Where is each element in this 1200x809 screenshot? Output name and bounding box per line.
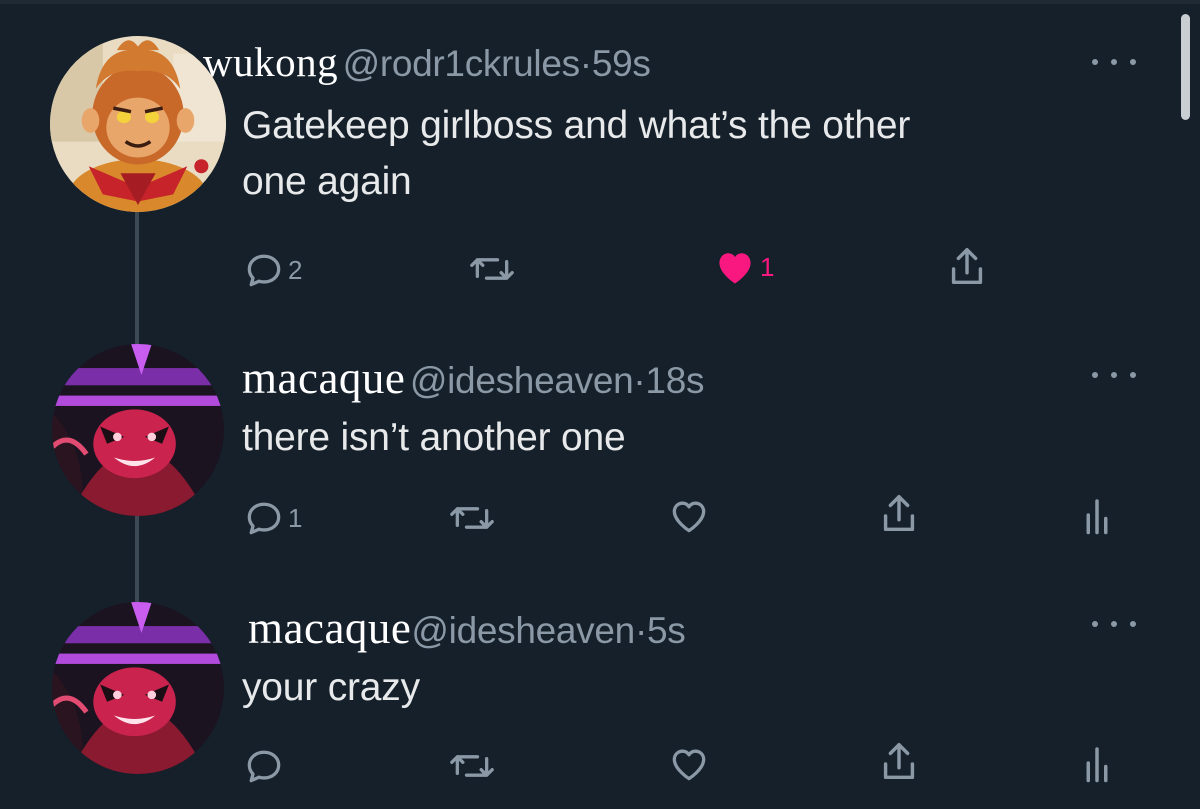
tweet-header: wukong @rodr1ckrules·59s — [203, 38, 651, 86]
like-button[interactable] — [666, 494, 712, 538]
retweet-icon — [450, 755, 494, 777]
handle[interactable]: @rodr1ckrules — [343, 43, 581, 84]
retweet-button[interactable] — [448, 496, 496, 540]
share-button[interactable] — [944, 243, 990, 291]
reply-button[interactable]: 1 — [242, 496, 302, 540]
scrollbar[interactable] — [1181, 14, 1190, 120]
like-button[interactable] — [666, 742, 712, 786]
like-button[interactable]: 1 — [712, 245, 774, 289]
more-options-icon[interactable] — [1092, 54, 1136, 70]
avatar-image-wukong — [50, 36, 226, 212]
retweet-icon — [450, 507, 494, 529]
more-options-icon[interactable] — [1092, 367, 1136, 383]
timestamp[interactable]: 5s — [647, 610, 686, 651]
like-count: 1 — [760, 251, 775, 282]
heart-icon — [672, 749, 706, 781]
tweet[interactable]: macaque@idesheaven·5s your crazy — [0, 598, 1180, 809]
separator: · — [634, 610, 647, 651]
display-name[interactable]: macaque — [242, 353, 405, 403]
heart-icon — [719, 253, 751, 284]
retweet-button[interactable] — [448, 744, 496, 788]
analytics-button[interactable] — [1082, 742, 1112, 784]
analytics-button[interactable] — [1082, 494, 1112, 536]
share-icon — [883, 743, 915, 780]
timestamp[interactable]: 18s — [645, 360, 704, 401]
tweet-header: macaque@idesheaven·5s — [248, 602, 686, 654]
tweet-text-line: your crazy — [242, 666, 420, 709]
more-options-icon[interactable] — [1092, 616, 1136, 632]
separator: · — [633, 360, 646, 401]
tweet-text-line: one again — [242, 160, 412, 203]
display-name[interactable]: macaque — [248, 603, 411, 653]
analytics-icon — [1086, 499, 1108, 535]
tweet-text-line: Gatekeep girlboss and what’s the other — [242, 104, 911, 147]
reply-icon — [247, 254, 281, 287]
share-icon — [951, 248, 983, 285]
avatar-image-macaque — [52, 602, 224, 774]
retweet-icon — [470, 258, 514, 280]
avatar[interactable] — [52, 344, 224, 516]
tweet-text: Gatekeep girlboss and what’s the other o… — [242, 98, 910, 210]
display-name[interactable]: wukong — [203, 39, 338, 85]
tweet[interactable]: wukong @rodr1ckrules·59s Gatekeep girlbo… — [0, 0, 1180, 330]
avatar[interactable] — [52, 602, 224, 774]
tweet-header: macaque @idesheaven·18s — [242, 352, 704, 404]
tweet[interactable]: macaque @idesheaven·18s there isn’t anot… — [0, 340, 1180, 570]
avatar-image-macaque — [52, 344, 224, 516]
handle[interactable]: @idesheaven — [410, 360, 634, 401]
avatar[interactable] — [50, 36, 226, 212]
tweet-text-line: there isn’t another one — [242, 416, 626, 459]
reply-icon — [247, 750, 281, 783]
share-button[interactable] — [876, 738, 922, 786]
handle[interactable]: @idesheaven — [411, 610, 635, 651]
tweet-text: there isn’t another one — [242, 410, 626, 466]
heart-icon — [672, 501, 706, 533]
reply-icon — [247, 502, 281, 535]
reply-count: 1 — [288, 502, 303, 533]
share-icon — [883, 495, 915, 532]
analytics-icon — [1086, 747, 1108, 783]
tweet-text: your crazy — [242, 660, 420, 716]
separator: · — [579, 43, 592, 84]
retweet-button[interactable] — [468, 247, 516, 291]
reply-button[interactable]: 2 — [242, 248, 302, 292]
share-button[interactable] — [876, 490, 922, 538]
reply-button[interactable] — [242, 744, 286, 788]
reply-count: 2 — [288, 254, 303, 285]
timestamp[interactable]: 59s — [592, 43, 651, 84]
